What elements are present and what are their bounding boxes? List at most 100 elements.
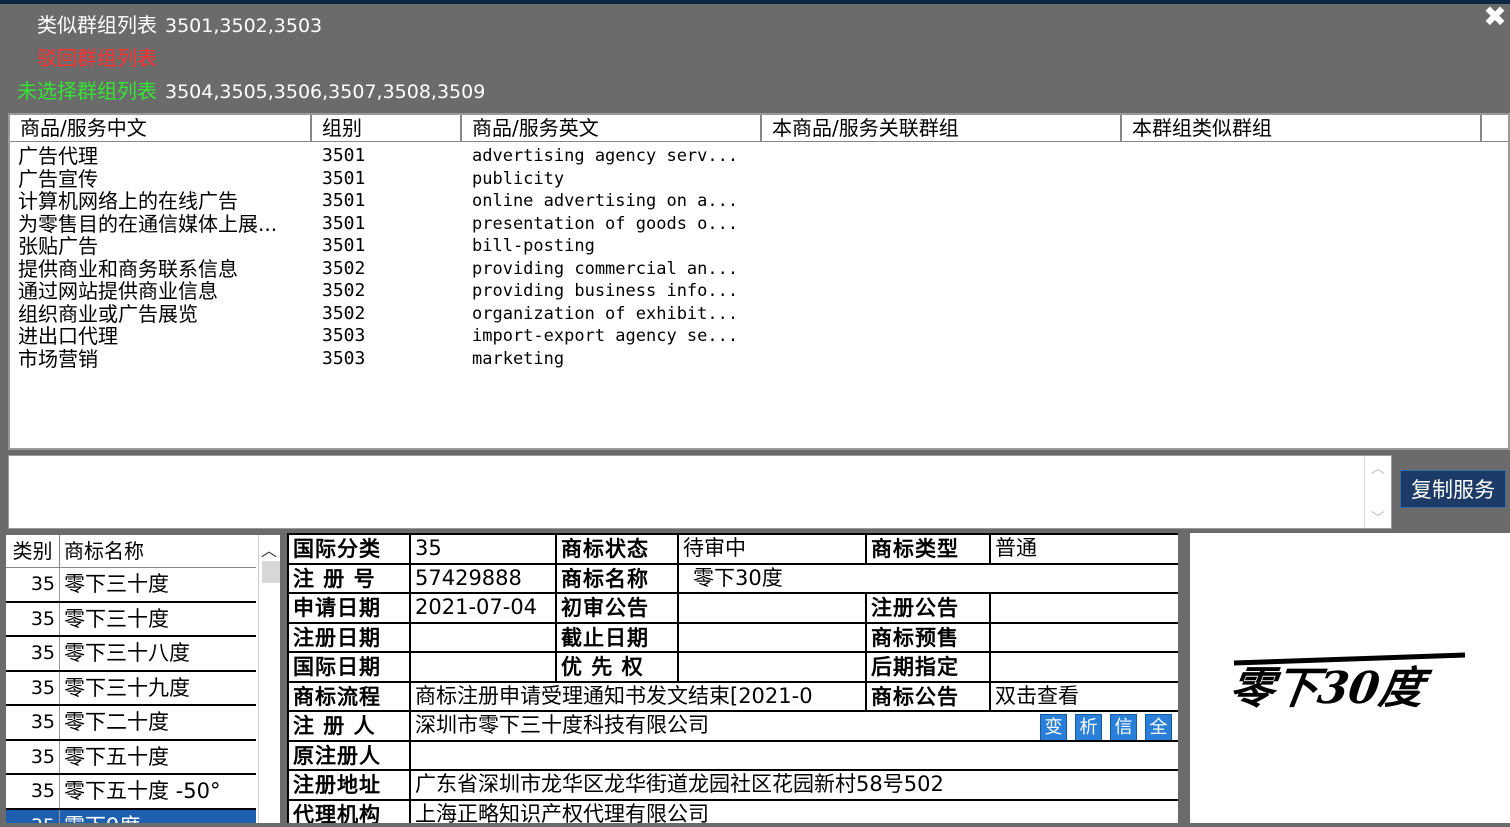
value-reg-no: 57429888 — [409, 562, 557, 594]
trademark-list[interactable]: 类别 商标名称 35 零下三十度 35 零下三十度 35 零下三十八度 35 零下三十九度 35… — [6, 535, 280, 823]
window-top-border — [0, 0, 1510, 4]
service-text-area[interactable]: ︿ ﹀ — [8, 455, 1392, 529]
value-process[interactable]: 商标注册申请受理通知书发文结束[2021-0 — [409, 680, 867, 712]
table-row[interactable]: 组织商业或广告展览 3502 organization of exhibit... — [10, 303, 1508, 326]
product-service-table[interactable]: 商品/服务中文 组别 商品/服务英文 本商品/服务关联群组 本群组类似群组 广告… — [8, 113, 1510, 450]
scrollbar-thumb[interactable] — [262, 561, 280, 583]
list-item[interactable]: 35零下9度 — [6, 809, 256, 824]
cell-group: 3502 — [322, 257, 366, 279]
label-priority: 优 先 权 — [555, 651, 679, 683]
list-item[interactable]: 35 零下三十度 — [6, 568, 256, 603]
value-registrant: 深圳市零下三十度科技有限公司 — [415, 713, 709, 738]
unselected-groups-value: 3504,3505,3506,3507,3508,3509 — [165, 81, 486, 103]
product-table-body: 广告代理 3501 advertising agency serv... 广告宣传 35… — [10, 142, 1508, 370]
column-header-group[interactable]: 组别 — [312, 115, 462, 141]
item-name: 零下三十度 — [64, 606, 169, 631]
item-name: 零下三十九度 — [64, 675, 190, 700]
label-intl-date: 国际日期 — [287, 651, 411, 683]
table-row[interactable]: 为零售目的在通信媒体上展... 3501 presentation of goods… — [10, 213, 1508, 236]
column-header-similar-groups[interactable]: 本群组类似群组 — [1122, 115, 1482, 141]
cell-group: 3501 — [322, 190, 366, 211]
label-address: 注册地址 — [287, 769, 411, 801]
cell-cn: 广告代理 — [18, 145, 98, 168]
label-status: 商标状态 — [555, 533, 679, 565]
trademark-image-panel: 零下30度 — [1190, 533, 1510, 823]
table-row[interactable]: 进出口代理 3503 import-export agency se... — [10, 325, 1508, 348]
cell-cn: 组织商业或广告展览 — [18, 302, 198, 325]
change-button[interactable]: 变 — [1040, 714, 1067, 739]
cell-en: import-export agency se... — [472, 326, 739, 346]
trademark-list-scrollbar[interactable]: ︿ — [258, 535, 280, 823]
list-item[interactable]: 35 零下五十度 — [6, 740, 256, 775]
cell-cn: 张贴广告 — [18, 235, 98, 258]
registrant-actions: 变析信全 — [1032, 713, 1172, 739]
column-header-en[interactable]: 商品/服务英文 — [462, 115, 762, 141]
list-item[interactable]: 35 零下三十度 — [6, 602, 256, 637]
table-row[interactable]: 市场营销 3503 marketing — [10, 348, 1508, 371]
value-announce[interactable]: 双击查看 — [989, 680, 1178, 712]
column-header-cn[interactable]: 商品/服务中文 — [10, 115, 312, 141]
item-class: 35 — [6, 740, 60, 773]
cell-cn: 提供商业和商务联系信息 — [18, 257, 238, 280]
list-item[interactable]: 35 零下三十九度 — [6, 671, 256, 706]
cell-cn: 市场营销 — [18, 347, 98, 370]
cell-cn: 广告宣传 — [18, 167, 98, 190]
chevron-up-icon[interactable]: ︿ — [261, 537, 277, 561]
scroll-up-icon[interactable]: ︿ — [1365, 458, 1391, 478]
label-announce: 商标公告 — [865, 680, 991, 712]
label-expiry: 截止日期 — [555, 621, 679, 653]
text-area-scrollbar[interactable]: ︿ ﹀ — [1364, 456, 1391, 528]
label-presale: 商标预售 — [865, 621, 991, 653]
item-class: 35 — [6, 568, 60, 601]
unselected-groups-line: 未选择群组列表 3504,3505,3506,3507,3508,3509 — [17, 75, 485, 108]
value-reg-date — [409, 621, 557, 653]
label-apply-date: 申请日期 — [287, 592, 411, 624]
table-row[interactable]: 计算机网络上的在线广告 3501 online advertising on a..… — [10, 190, 1508, 213]
item-name: 零下二十度 — [64, 710, 169, 734]
table-row[interactable]: 提供商业和商务联系信息 3502 providing commercial an..… — [10, 258, 1508, 281]
trademark-detail-panel: 国际分类 35 商标状态 待审中 商标类型 普通 注 册 号 57429888 … — [287, 533, 1178, 823]
cell-group: 3503 — [322, 325, 366, 346]
value-type: 普通 — [989, 533, 1178, 565]
all-button[interactable]: 全 — [1145, 714, 1172, 739]
item-class: 35 — [6, 809, 60, 823]
detail-row: 国际分类 35 商标状态 待审中 商标类型 普通 — [287, 533, 1178, 565]
table-row[interactable]: 通过网站提供商业信息 3502 providing business info... — [10, 280, 1508, 303]
value-intl-class: 35 — [409, 533, 557, 565]
value-prelim — [677, 592, 867, 624]
info-button[interactable]: 信 — [1110, 714, 1137, 739]
value-apply-date: 2021-07-04 — [409, 592, 557, 624]
value-registrant-cell: 深圳市零下三十度科技有限公司 变析信全 — [409, 710, 1178, 742]
item-class: 35 — [6, 637, 60, 670]
detail-row: 注 册 人 深圳市零下三十度科技有限公司 变析信全 — [287, 710, 1178, 742]
scroll-down-icon[interactable]: ﹀ — [1365, 508, 1391, 528]
column-header-related-groups[interactable]: 本商品/服务关联群组 — [762, 115, 1122, 141]
label-prelim: 初审公告 — [555, 592, 679, 624]
cell-group: 3502 — [322, 280, 366, 301]
value-orig-registrant — [409, 739, 1178, 771]
table-row[interactable]: 张贴广告 3501 bill-posting — [10, 235, 1508, 258]
item-name: 零下三十度 — [64, 572, 169, 596]
detail-row: 商标流程 商标注册申请受理通知书发文结束[2021-0 商标公告 双击查看 — [287, 680, 1178, 712]
analyze-button[interactable]: 析 — [1075, 714, 1102, 739]
list-item[interactable]: 35 零下三十八度 — [6, 637, 256, 672]
item-name: 零下9度 — [60, 810, 140, 824]
similar-groups-value: 3501,3502,3503 — [165, 15, 323, 37]
detail-row: 注册地址 广东省深圳市龙华区龙华街道龙园社区花园新村58号502 — [287, 769, 1178, 801]
cell-en: presentation of goods o... — [472, 213, 739, 234]
table-row[interactable]: 广告代理 3501 advertising agency serv... — [10, 145, 1508, 168]
label-reg-date: 注册日期 — [287, 621, 411, 653]
header-trademark-name[interactable]: 商标名称 — [60, 535, 256, 567]
close-icon[interactable]: ✖ — [1482, 2, 1508, 32]
list-item[interactable]: 35 零下五十度 -50° — [6, 775, 256, 810]
cell-cn: 为零售目的在通信媒体上展... — [18, 212, 278, 235]
item-class: 35 — [6, 602, 60, 635]
table-row[interactable]: 广告宣传 3501 publicity — [10, 168, 1508, 191]
value-agent: 上海正略知识产权代理有限公司 — [409, 798, 1178, 823]
copy-service-button[interactable]: 复制服务 — [1400, 470, 1506, 508]
similar-groups-label: 类似群组列表 — [37, 13, 157, 37]
header-class[interactable]: 类别 — [6, 535, 60, 567]
list-item[interactable]: 35 零下二十度 — [6, 706, 256, 741]
value-address: 广东省深圳市龙华区龙华街道龙园社区花园新村58号502 — [409, 769, 1178, 801]
cell-en: advertising agency serv... — [472, 146, 739, 166]
